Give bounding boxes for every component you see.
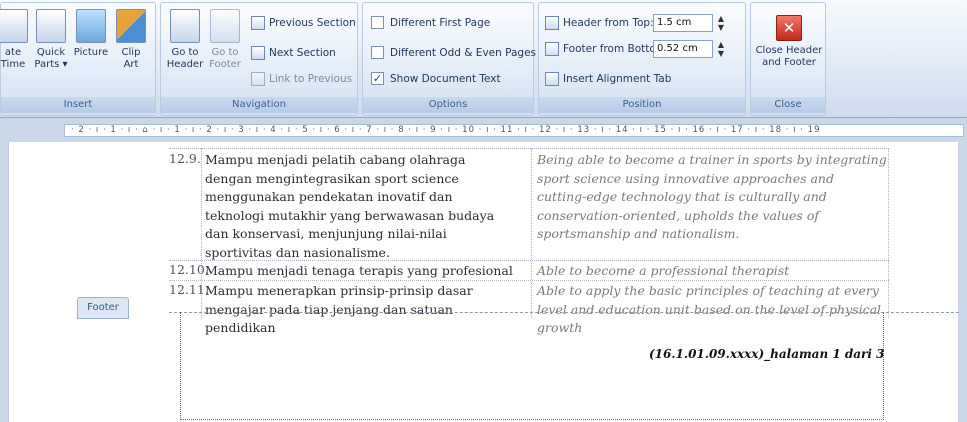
footer-separator	[169, 312, 959, 313]
horizontal-ruler[interactable]: · 2 · ı · 1 · ı · ⌂ · ı · 1 · ı · 2 · ı …	[0, 118, 967, 142]
previous-section-icon	[251, 15, 265, 30]
checkmark-icon: ✓	[371, 72, 384, 85]
row-number: 12.10.	[169, 262, 209, 277]
insert-group-label: Insert	[1, 97, 155, 113]
header-from-top-input[interactable]: 1.5 cm	[653, 13, 713, 32]
footer-from-bottom-input[interactable]: 0.52 cm	[653, 39, 713, 58]
document-canvas: 12.9. Mampu menjadi pelatih cabang olahr…	[0, 142, 967, 422]
goto-header-button[interactable]: Go to Header	[165, 9, 205, 101]
quick-parts-button[interactable]: Quick Parts ▾	[31, 9, 71, 101]
english-text: Able to apply the basic principles of te…	[537, 283, 882, 335]
checkbox-icon	[371, 16, 384, 29]
close-group: ✕ Close Header and Footer Close	[750, 2, 826, 116]
spin-arrows-icon[interactable]: ▲ ▼	[715, 14, 727, 32]
goto-footer-button: Go to Footer	[205, 9, 245, 101]
footer-position-icon	[545, 41, 559, 56]
footer-from-bottom-row: Footer from Bottom: 0.52 cm ▲ ▼	[545, 39, 727, 58]
show-document-text-checkbox[interactable]: ✓ Show Document Text	[371, 69, 501, 88]
footer-margin-guide	[180, 312, 181, 420]
position-group-label: Position	[539, 97, 745, 113]
different-first-page-checkbox[interactable]: Different First Page	[371, 13, 490, 32]
ruler-scale: · 2 · ı · 1 · ı · ⌂ · ı · 1 · ı · 2 · ı …	[64, 124, 964, 137]
english-text: Being able to become a trainer in sports…	[537, 152, 887, 241]
picture-button[interactable]: Picture	[71, 9, 111, 101]
navigation-group-label: Navigation	[161, 97, 357, 113]
header-from-top-row: Header from Top: 1.5 cm ▲ ▼	[545, 13, 727, 32]
goto-footer-icon	[210, 9, 240, 43]
indonesian-text: Mampu menjadi tenaga terapis yang profes…	[205, 263, 513, 278]
link-icon	[251, 71, 265, 86]
table-row: 12.9. Mampu menjadi pelatih cabang olahr…	[169, 148, 889, 260]
close-group-label: Close	[751, 97, 825, 113]
quick-parts-icon	[36, 9, 66, 43]
close-header-footer-button[interactable]: ✕ Close Header and Footer	[755, 9, 823, 101]
clip-art-button[interactable]: Clip Art	[111, 9, 151, 101]
document-page[interactable]: 12.9. Mampu menjadi pelatih cabang olahr…	[8, 142, 959, 422]
english-text: Able to become a professional therapist	[537, 263, 790, 278]
table-row: 12.10. Mampu menjadi tenaga terapis yang…	[169, 260, 889, 280]
link-to-previous-button: Link to Previous	[251, 69, 352, 88]
ribbon: ate Time Quick Parts ▾ Picture Clip Art …	[0, 0, 967, 118]
picture-icon	[76, 9, 106, 43]
footer-margin-guide	[883, 312, 884, 420]
spin-arrows-icon[interactable]: ▲ ▼	[715, 40, 727, 58]
indonesian-text: Mampu menjadi pelatih cabang olahraga de…	[205, 152, 495, 260]
row-number: 12.11.	[169, 282, 209, 297]
alignment-tab-icon	[545, 71, 559, 86]
insert-group: ate Time Quick Parts ▾ Picture Clip Art …	[0, 2, 156, 116]
calendar-icon	[0, 9, 28, 43]
navigation-group: Go to Header Go to Footer Previous Secti…	[160, 2, 358, 116]
page-bottom-guide	[180, 419, 884, 420]
next-section-button[interactable]: Next Section	[251, 43, 336, 62]
next-section-icon	[251, 45, 265, 60]
options-group: Different First Page Different Odd & Eve…	[362, 2, 536, 116]
date-time-button[interactable]: ate Time	[0, 9, 33, 101]
footer-label-tab: Footer	[77, 297, 129, 319]
checkbox-icon	[371, 46, 384, 59]
footer-page-text[interactable]: (16.1.01.09.xxxx)_halaman 1 dari 3	[649, 347, 884, 361]
clip-art-icon	[116, 9, 146, 43]
different-odd-even-checkbox[interactable]: Different Odd & Even Pages	[371, 43, 536, 62]
insert-alignment-tab-button[interactable]: Insert Alignment Tab	[545, 69, 671, 88]
indonesian-text: Mampu menerapkan prinsip-prinsip dasar m…	[205, 283, 473, 335]
options-group-label: Options	[363, 97, 533, 113]
header-position-icon	[545, 15, 559, 30]
row-number: 12.9.	[169, 151, 201, 166]
previous-section-button[interactable]: Previous Section	[251, 13, 356, 32]
goto-header-icon	[170, 9, 200, 43]
position-group: Header from Top: 1.5 cm ▲ ▼ Footer from B…	[538, 2, 746, 116]
close-icon: ✕	[776, 15, 802, 41]
